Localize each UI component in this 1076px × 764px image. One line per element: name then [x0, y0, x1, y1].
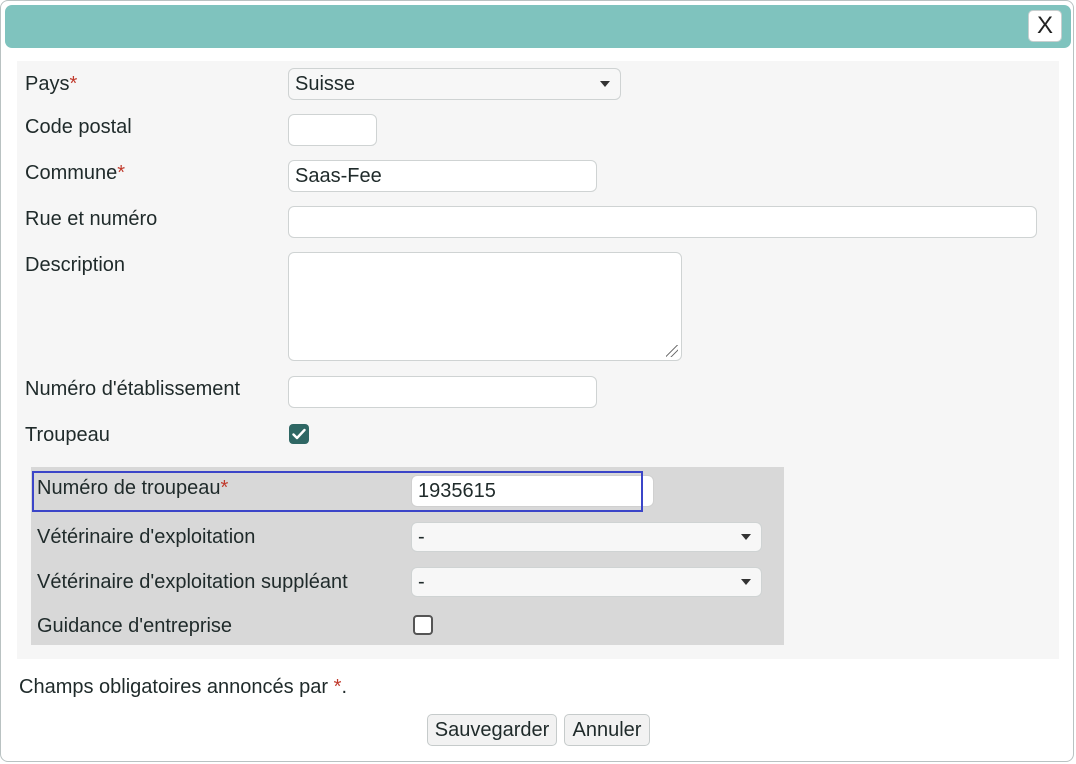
description-label: Description: [25, 254, 126, 276]
cancel-button[interactable]: Annuler: [564, 714, 650, 746]
vet-substitute-select[interactable]: -: [411, 567, 762, 597]
herd-checkbox[interactable]: [289, 424, 309, 444]
country-label: Pays*: [25, 73, 78, 95]
save-button[interactable]: Sauvegarder: [427, 714, 557, 746]
form-panel: Pays* Suisse Code postal Commune* Saas-F…: [17, 61, 1059, 659]
focus-ring: [32, 471, 643, 512]
vet-select[interactable]: -: [411, 522, 762, 552]
establishment-number-label: Numéro d'établissement: [25, 378, 241, 400]
checkmark-icon: [292, 428, 306, 440]
street-input[interactable]: [288, 206, 1037, 238]
close-button[interactable]: X: [1028, 10, 1062, 42]
postal-code-label: Code postal: [25, 116, 132, 138]
postal-code-input[interactable]: [288, 114, 377, 146]
vet-substitute-label: Vétérinaire d'exploitation suppléant: [37, 571, 348, 593]
vet-substitute-select-value: -: [418, 570, 425, 593]
municipality-input[interactable]: Saas-Fee: [288, 160, 597, 192]
street-label: Rue et numéro: [25, 208, 158, 230]
business-guidance-label: Guidance d'entreprise: [37, 615, 233, 637]
required-fields-note: Champs obligatoires annoncés par *.: [19, 676, 347, 698]
chevron-down-icon: [741, 534, 751, 540]
herd-label: Troupeau: [25, 424, 110, 446]
municipality-label: Commune*: [25, 162, 126, 184]
required-marker: *: [117, 162, 126, 184]
resize-handle-icon[interactable]: [666, 345, 678, 357]
chevron-down-icon: [741, 579, 751, 585]
chevron-down-icon: [600, 81, 610, 87]
country-select-value: Suisse: [295, 72, 356, 95]
vet-select-value: -: [418, 525, 425, 548]
dialog-titlebar: X: [5, 5, 1071, 48]
description-textarea[interactable]: [288, 252, 682, 361]
required-marker: *: [69, 73, 78, 95]
dialog: X Pays* Suisse Code postal Commune* Saas…: [0, 0, 1074, 762]
business-guidance-checkbox[interactable]: [413, 615, 433, 635]
establishment-number-input[interactable]: [288, 376, 597, 408]
country-select[interactable]: Suisse: [288, 68, 621, 100]
vet-label: Vétérinaire d'exploitation: [37, 526, 256, 548]
